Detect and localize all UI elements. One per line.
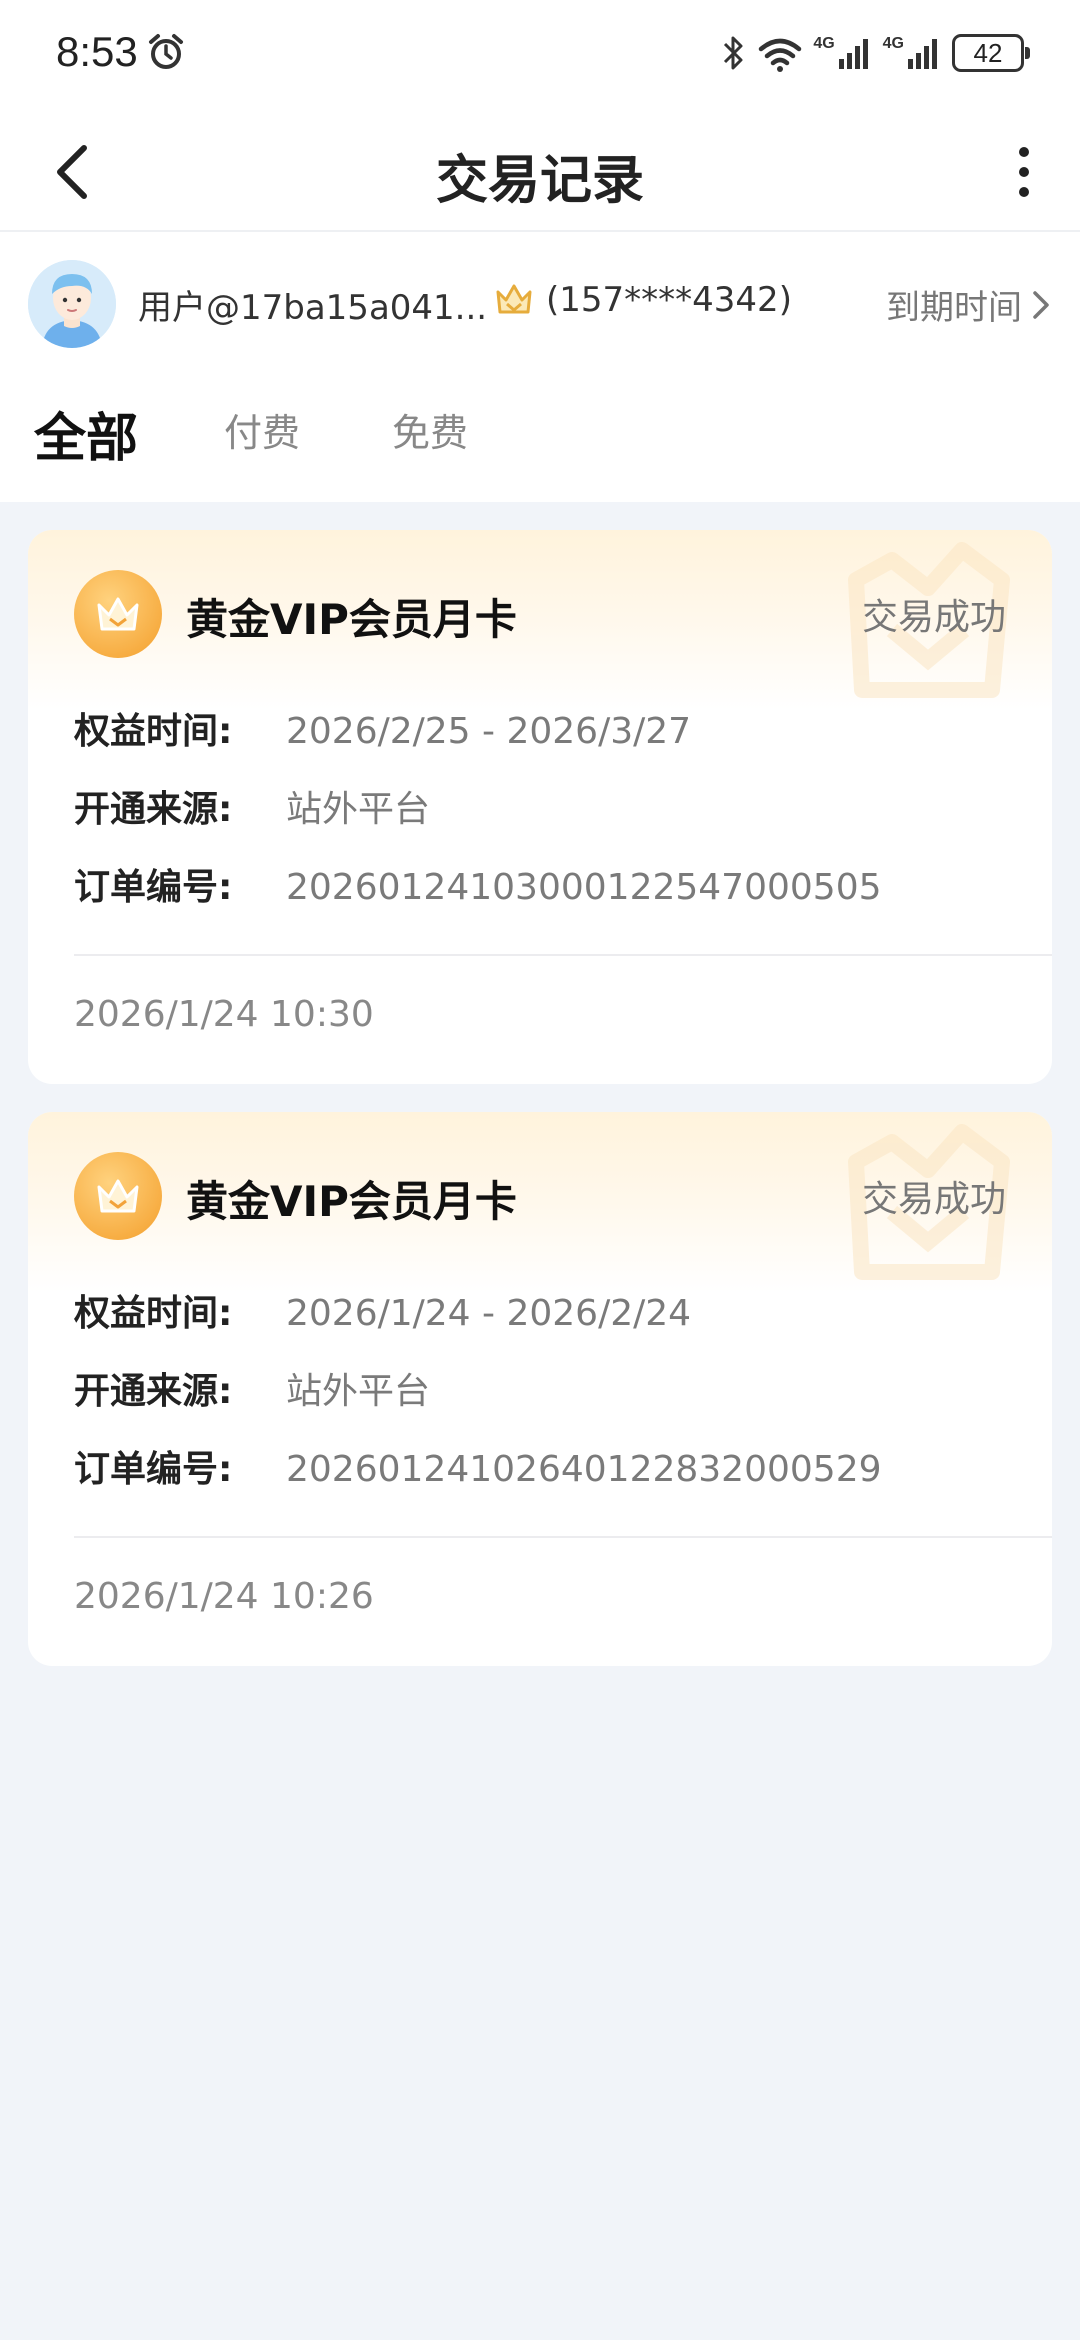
divider [74, 1536, 1052, 1538]
source-label: 开通来源: [74, 789, 233, 830]
avatar [28, 260, 116, 348]
order-number-value: 20260124102640122832000529 [286, 1449, 882, 1490]
wifi-icon [759, 38, 802, 72]
benefit-period-label: 权益时间: [74, 711, 233, 752]
source-label: 开通来源: [74, 1371, 233, 1412]
network-type-1: 4G [813, 35, 835, 52]
divider [74, 954, 1052, 956]
transaction-card[interactable]: 黄金VIP会员月卡 交易成功 权益时间: 2026/1/24 - 2026/2/2… [28, 1112, 1052, 1666]
vip-badge [74, 1152, 162, 1240]
user-avatar-icon [28, 260, 116, 348]
order-number-row: 订单编号: 20260124102640122832000529 [74, 1440, 882, 1492]
network-type-2: 4G [882, 35, 904, 52]
crown-icon [97, 597, 139, 631]
benefit-period-label: 权益时间: [74, 1293, 233, 1334]
order-number-value: 20260124103000122547000505 [286, 867, 882, 908]
vip-badge [74, 570, 162, 658]
app-header: 交易记录 [0, 110, 1080, 232]
source-value: 站外平台 [286, 789, 431, 830]
transaction-datetime: 2026/1/24 10:30 [74, 994, 374, 1035]
benefit-period-value: 2026/2/25 - 2026/3/27 [286, 711, 692, 752]
benefit-period-row: 权益时间: 2026/1/24 - 2026/2/24 [74, 1284, 691, 1336]
transaction-status: 交易成功 [861, 1179, 1006, 1220]
crown-icon [97, 1179, 139, 1213]
product-title: 黄金VIP会员月卡 [186, 595, 517, 644]
benefit-period-value: 2026/1/24 - 2026/2/24 [286, 1293, 692, 1334]
vip-crown-icon [496, 284, 532, 314]
source-row: 开通来源: 站外平台 [74, 1362, 430, 1414]
tab-paid[interactable]: 付费 [224, 402, 300, 457]
signal-1-icon: 4G [813, 35, 872, 71]
product-title: 黄金VIP会员月卡 [186, 1177, 517, 1226]
tab-all[interactable]: 全部 [34, 396, 138, 471]
source-row: 开通来源: 站外平台 [74, 780, 430, 832]
transaction-datetime: 2026/1/24 10:26 [74, 1576, 374, 1617]
tab-free[interactable]: 免费 [392, 402, 468, 457]
status-icons: 4G 4G 42 [721, 30, 1030, 76]
page-title: 交易记录 [435, 151, 644, 211]
order-number-label: 订单编号: [74, 867, 233, 908]
bluetooth-icon [724, 36, 743, 70]
alarm-icon [149, 34, 183, 69]
order-number-row: 订单编号: 20260124103000122547000505 [74, 858, 882, 910]
user-phone: (157****4342) [546, 280, 792, 320]
more-options-button[interactable] [988, 136, 1060, 208]
transaction-card[interactable]: 黄金VIP会员月卡 交易成功 权益时间: 2026/2/25 - 2026/3/2… [28, 530, 1052, 1084]
status-time: 8:53 [56, 28, 138, 75]
battery-indicator: 42 [952, 34, 1030, 72]
chevron-right-icon [1033, 290, 1049, 319]
more-vertical-icon [1019, 147, 1029, 197]
benefit-period-row: 权益时间: 2026/2/25 - 2026/3/27 [74, 702, 691, 754]
expiry-time-label: 到期时间 [886, 288, 1022, 328]
status-bar: 8:53 4G 4G 42 [0, 0, 1080, 110]
filter-tabs: 全部 付费 免费 [0, 372, 1080, 502]
order-number-label: 订单编号: [74, 1449, 233, 1490]
source-value: 站外平台 [286, 1371, 431, 1412]
user-name: 用户@17ba15a041... [138, 288, 488, 328]
signal-2-icon: 4G [883, 35, 942, 71]
transaction-status: 交易成功 [861, 597, 1006, 638]
expiry-time-link[interactable]: 到期时间 [886, 280, 1050, 329]
user-info-row: 用户@17ba15a041... (157****4342) 到期时间 [0, 232, 1080, 372]
